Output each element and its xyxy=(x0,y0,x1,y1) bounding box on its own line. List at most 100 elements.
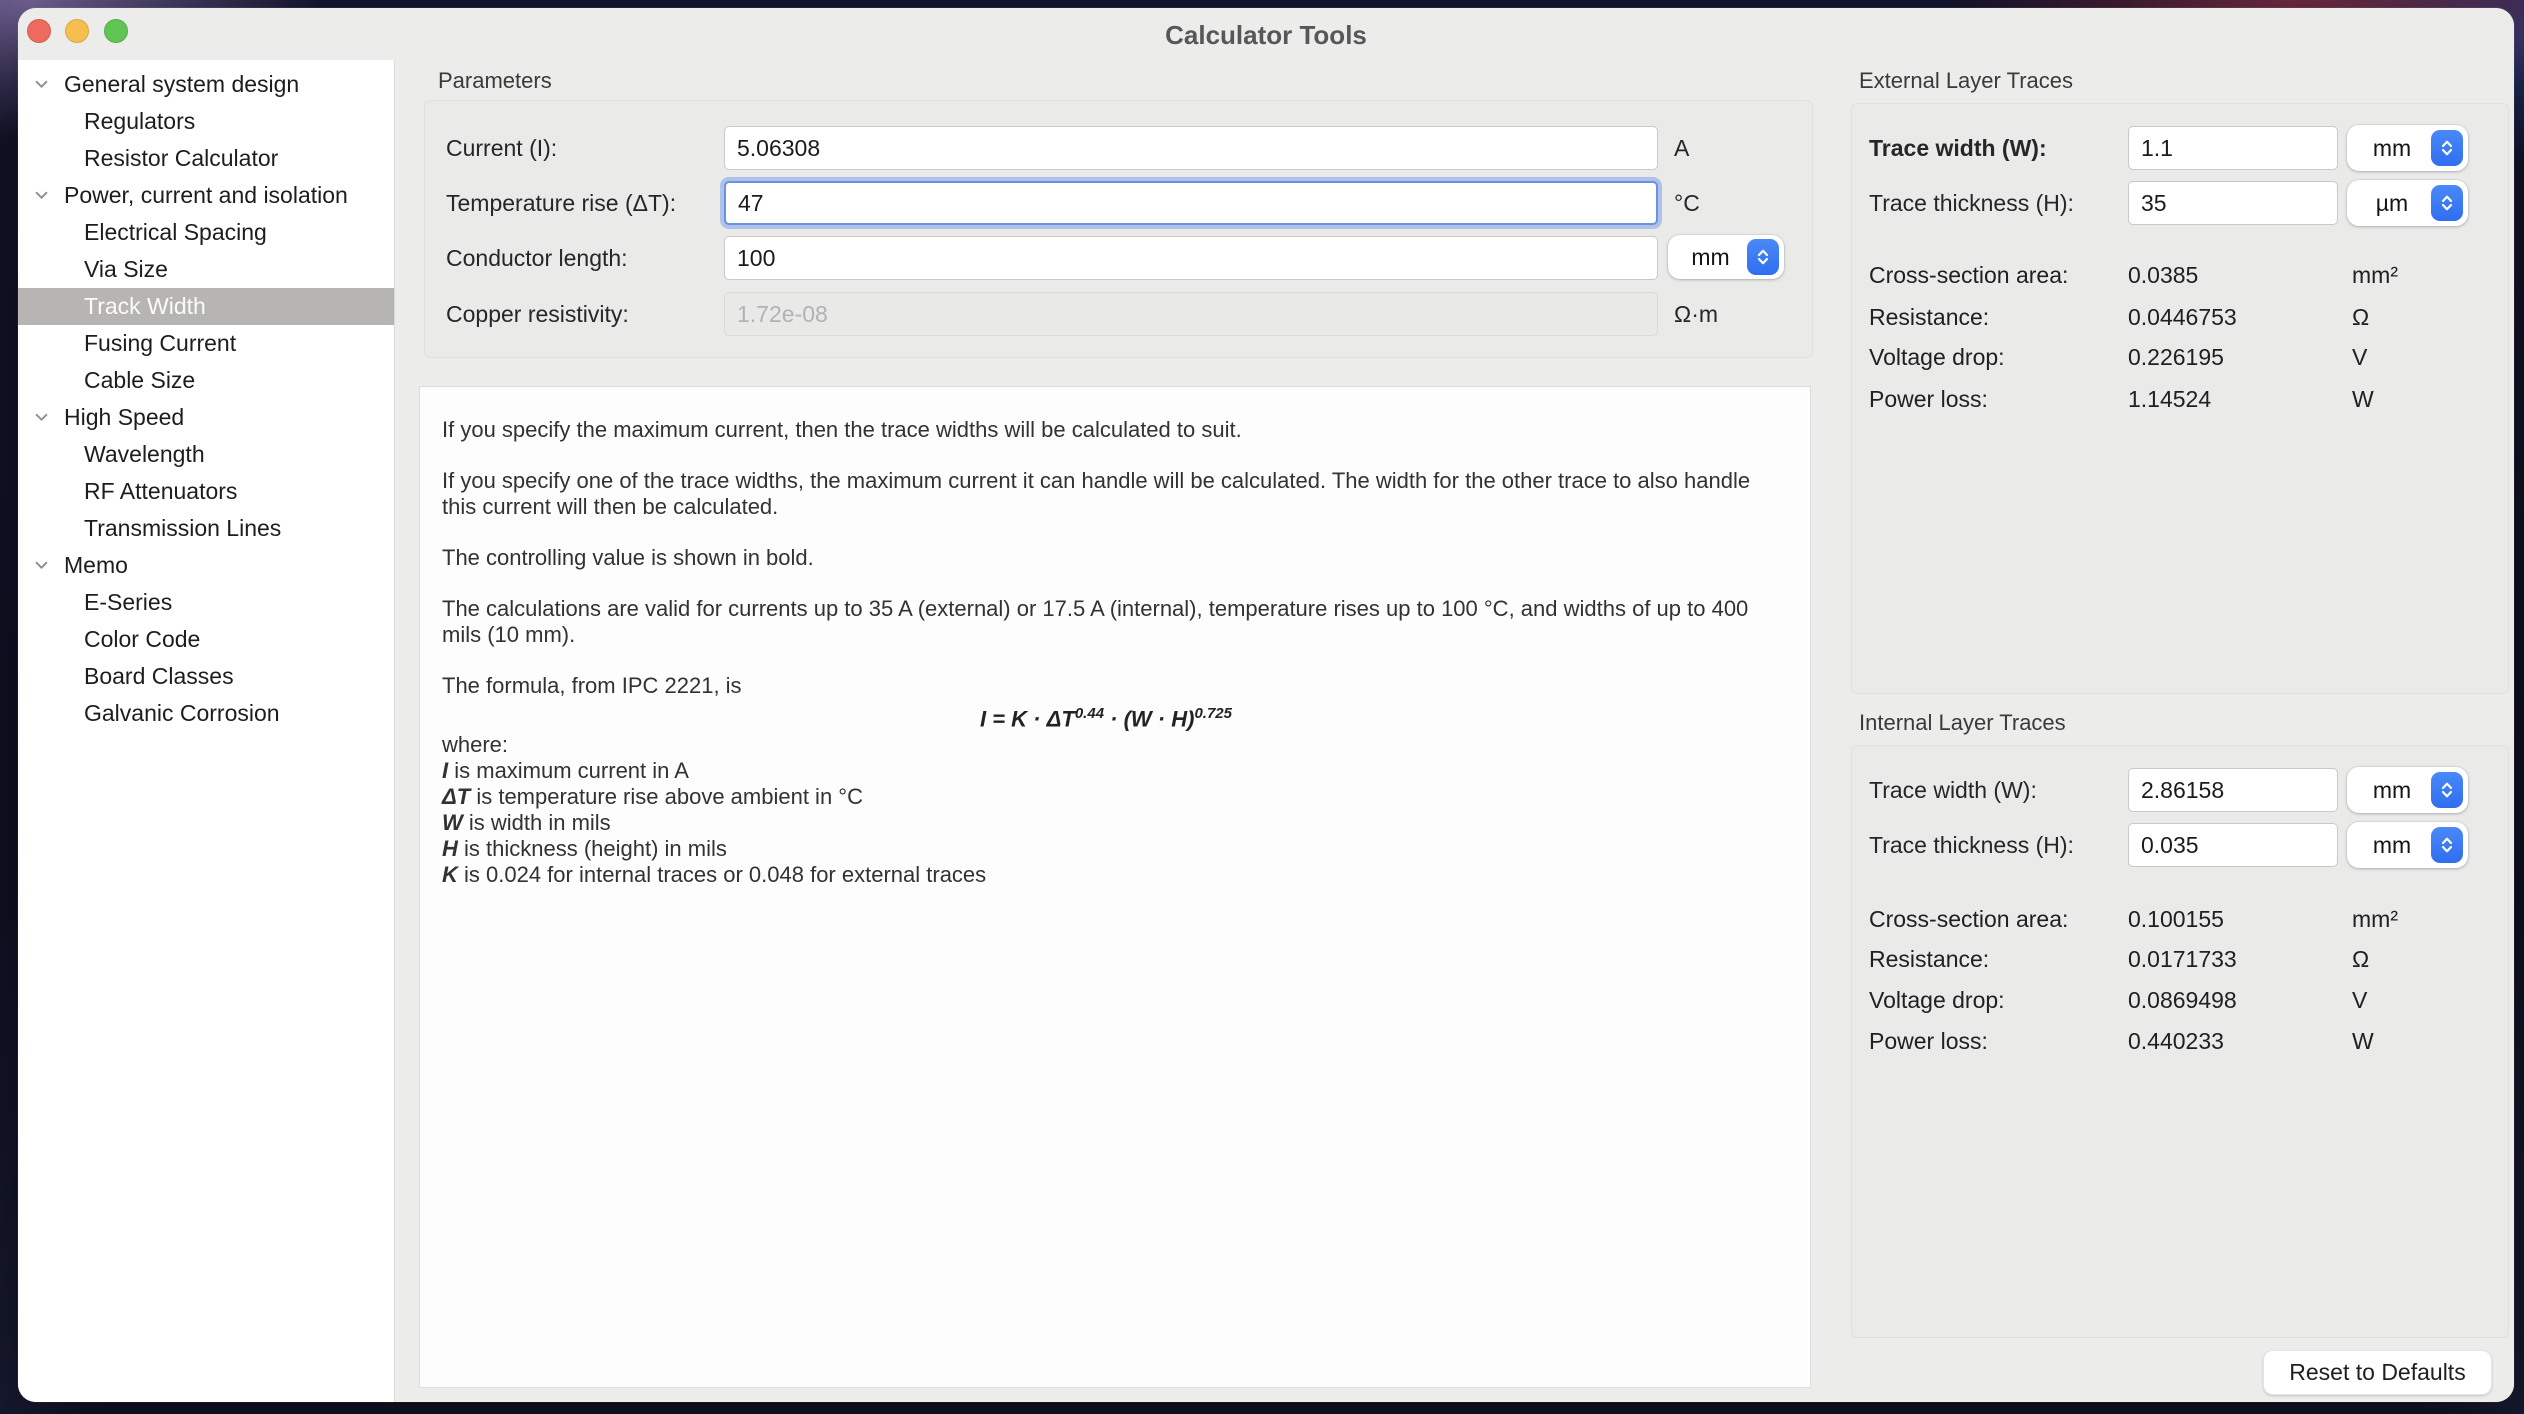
internal-power-loss-unit: W xyxy=(2352,1026,2374,1056)
external-power-loss-label: Power loss: xyxy=(1869,384,1988,414)
external-trace-width-input[interactable] xyxy=(2128,126,2338,170)
temperature-rise-unit-label: °C xyxy=(1674,181,1700,225)
external-resistance-value: 0.0446753 xyxy=(2128,302,2237,332)
copper-resistivity-unit-label: Ω·m xyxy=(1674,292,1718,336)
internal-layer-traces-label: Internal Layer Traces xyxy=(1859,710,2066,736)
external-voltage-drop-unit: V xyxy=(2352,342,2367,372)
help-paragraph: The formula, from IPC 2221, is xyxy=(442,673,1770,699)
dropdown-selected-value: µm xyxy=(2347,190,2431,217)
stepper-icon xyxy=(2431,185,2463,221)
sidebar-item-memo[interactable]: Memo xyxy=(18,547,394,584)
internal-resistance-label: Resistance: xyxy=(1869,944,1989,974)
internal-trace-width-label: Trace width (W): xyxy=(1869,768,2037,812)
internal-voltage-drop-unit: V xyxy=(2352,985,2367,1015)
sidebar-item-galvanic-corrosion[interactable]: Galvanic Corrosion xyxy=(18,695,394,732)
definition-line: W is width in mils xyxy=(442,810,1770,836)
internal-cross-section-label: Cross-section area: xyxy=(1869,904,2068,934)
chevron-down-icon xyxy=(35,413,48,422)
current-label: Current (I): xyxy=(446,126,557,170)
window-content: General system design Regulators Resisto… xyxy=(18,60,2514,1402)
tree-item-label: Power, current and isolation xyxy=(64,182,348,209)
internal-voltage-drop-value: 0.0869498 xyxy=(2128,985,2237,1015)
external-voltage-drop-label: Voltage drop: xyxy=(1869,342,2005,372)
definition-line: I is maximum current in A xyxy=(442,758,1770,784)
help-text-panel: If you specify the maximum current, then… xyxy=(419,386,1811,1388)
definition-line: K is 0.024 for internal traces or 0.048 … xyxy=(442,862,1770,888)
tree-list: General system design Regulators Resisto… xyxy=(18,66,394,732)
sidebar-item-via-size[interactable]: Via Size xyxy=(18,251,394,288)
dropdown-selected-value: mm xyxy=(2347,135,2431,162)
dropdown-selected-value: mm xyxy=(2347,777,2431,804)
copper-resistivity-label: Copper resistivity: xyxy=(446,292,629,336)
tree-item-label: Board Classes xyxy=(84,663,234,690)
sidebar-item-regulators[interactable]: Regulators xyxy=(18,103,394,140)
internal-resistance-value: 0.0171733 xyxy=(2128,944,2237,974)
conductor-length-label: Conductor length: xyxy=(446,236,628,280)
external-trace-thickness-input[interactable] xyxy=(2128,181,2338,225)
internal-cross-section-unit: mm² xyxy=(2352,904,2398,934)
sidebar-item-color-code[interactable]: Color Code xyxy=(18,621,394,658)
chevron-down-icon xyxy=(35,561,48,570)
sidebar-item-fusing-current[interactable]: Fusing Current xyxy=(18,325,394,362)
external-cross-section-value: 0.0385 xyxy=(2128,260,2198,290)
title-bar[interactable]: Calculator Tools xyxy=(18,8,2514,61)
internal-power-loss-value: 0.440233 xyxy=(2128,1026,2224,1056)
temperature-rise-input[interactable] xyxy=(724,181,1658,225)
sidebar-item-power-current-and-isolation[interactable]: Power, current and isolation xyxy=(18,177,394,214)
sidebar-item-wavelength[interactable]: Wavelength xyxy=(18,436,394,473)
tree-item-label: RF Attenuators xyxy=(84,478,237,505)
stepper-icon xyxy=(1747,239,1779,275)
external-cross-section-unit: mm² xyxy=(2352,260,2398,290)
tree-item-label: High Speed xyxy=(64,404,184,431)
conductor-length-input[interactable] xyxy=(724,236,1658,280)
external-cross-section-label: Cross-section area: xyxy=(1869,260,2068,290)
sidebar-item-resistor-calculator[interactable]: Resistor Calculator xyxy=(18,140,394,177)
external-layer-traces-label: External Layer Traces xyxy=(1859,68,2073,94)
tree-item-label: Transmission Lines xyxy=(84,515,281,542)
help-paragraph: If you specify the maximum current, then… xyxy=(442,417,1770,443)
internal-resistance-unit: Ω xyxy=(2352,944,2369,974)
ipc2221-formula: I = K · ΔT0.44 · (W · H)0.725 xyxy=(442,701,1770,732)
sidebar-item-electrical-spacing[interactable]: Electrical Spacing xyxy=(18,214,394,251)
internal-power-loss-label: Power loss: xyxy=(1869,1026,1988,1056)
parameters-section-label: Parameters xyxy=(438,68,552,94)
internal-trace-width-input[interactable] xyxy=(2128,768,2338,812)
tree-item-label: Via Size xyxy=(84,256,168,283)
sidebar-item-track-width[interactable]: Track Width xyxy=(18,288,394,325)
current-input[interactable] xyxy=(724,126,1658,170)
where-label: where: xyxy=(442,732,1770,758)
internal-trace-width-unit-dropdown[interactable]: mm xyxy=(2347,767,2468,813)
internal-trace-thickness-input[interactable] xyxy=(2128,823,2338,867)
tree-item-label: Regulators xyxy=(84,108,195,135)
conductor-length-unit-dropdown[interactable]: mm xyxy=(1668,235,1784,279)
external-power-loss-unit: W xyxy=(2352,384,2374,414)
stepper-icon xyxy=(2431,130,2463,166)
calculator-tools-window: Calculator Tools General system design R… xyxy=(18,8,2514,1402)
calculator-tree-sidebar: General system design Regulators Resisto… xyxy=(18,60,395,1402)
reset-to-defaults-button[interactable]: Reset to Defaults xyxy=(2263,1350,2492,1395)
external-voltage-drop-value: 0.226195 xyxy=(2128,342,2224,372)
sidebar-item-cable-size[interactable]: Cable Size xyxy=(18,362,394,399)
external-trace-thickness-unit-dropdown[interactable]: µm xyxy=(2347,180,2468,226)
sidebar-item-general-system-design[interactable]: General system design xyxy=(18,66,394,103)
tree-item-label: Electrical Spacing xyxy=(84,219,267,246)
sidebar-item-e-series[interactable]: E-Series xyxy=(18,584,394,621)
sidebar-item-high-speed[interactable]: High Speed xyxy=(18,399,394,436)
internal-trace-thickness-unit-dropdown[interactable]: mm xyxy=(2347,822,2468,868)
tree-item-label: Fusing Current xyxy=(84,330,236,357)
sidebar-item-transmission-lines[interactable]: Transmission Lines xyxy=(18,510,394,547)
external-trace-width-unit-dropdown[interactable]: mm xyxy=(2347,125,2468,171)
tree-item-label: Cable Size xyxy=(84,367,195,394)
tree-item-label: Galvanic Corrosion xyxy=(84,700,280,727)
sidebar-item-rf-attenuators[interactable]: RF Attenuators xyxy=(18,473,394,510)
help-paragraph: The controlling value is shown in bold. xyxy=(442,545,1770,571)
tree-item-label: Track Width xyxy=(84,293,206,320)
tree-item-label: Color Code xyxy=(84,626,200,653)
internal-voltage-drop-label: Voltage drop: xyxy=(1869,985,2005,1015)
internal-cross-section-value: 0.100155 xyxy=(2128,904,2224,934)
definition-line: ΔT is temperature rise above ambient in … xyxy=(442,784,1770,810)
chevron-down-icon xyxy=(35,191,48,200)
dropdown-selected-value: mm xyxy=(2347,832,2431,859)
stepper-icon xyxy=(2431,827,2463,863)
sidebar-item-board-classes[interactable]: Board Classes xyxy=(18,658,394,695)
